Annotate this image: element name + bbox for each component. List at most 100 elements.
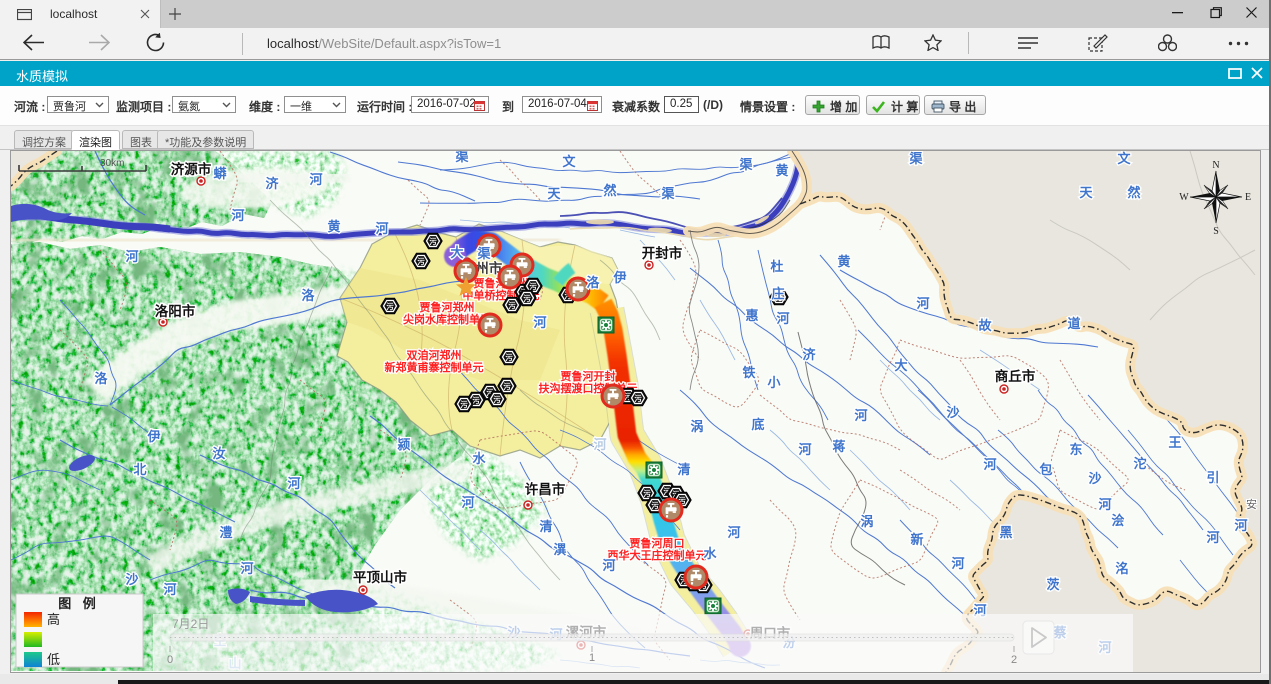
svg-text:河: 河 (1234, 518, 1247, 533)
svg-text:商丘市: 商丘市 (995, 368, 1036, 384)
svg-text:渠: 渠 (454, 151, 469, 164)
svg-text:河: 河 (533, 315, 546, 330)
svg-text:小: 小 (767, 375, 780, 390)
svg-text:蒋: 蒋 (832, 439, 845, 454)
svg-text:许昌市: 许昌市 (525, 481, 566, 497)
svg-text:潩: 潩 (553, 542, 566, 557)
svg-text:0: 0 (167, 654, 173, 666)
svg-text:30km: 30km (100, 158, 124, 169)
svg-text:杜: 杜 (770, 259, 783, 274)
svg-text:河: 河 (727, 525, 740, 540)
svg-text:伊: 伊 (146, 429, 160, 444)
svg-text:河: 河 (309, 172, 322, 187)
svg-text:贾鲁河开封: 贾鲁河开封 (561, 369, 616, 383)
svg-text:涡: 涡 (860, 514, 873, 529)
svg-text:双洎河郑州: 双洎河郑州 (407, 348, 462, 362)
svg-text:2: 2 (1011, 654, 1017, 666)
svg-text:天: 天 (1079, 185, 1093, 200)
svg-text:1: 1 (589, 652, 595, 664)
svg-text:污: 污 (529, 282, 537, 291)
svg-text:河: 河 (798, 442, 811, 457)
svg-text:渠: 渠 (738, 157, 753, 172)
svg-text:新郑黄甫寨控制单元: 新郑黄甫寨控制单元 (385, 360, 484, 374)
svg-text:S: S (1213, 226, 1219, 237)
svg-text:渠: 渠 (476, 246, 491, 261)
svg-text:污: 污 (634, 394, 642, 403)
svg-text:洛阳市: 洛阳市 (155, 303, 196, 319)
svg-text:水: 水 (703, 546, 717, 561)
svg-text:黄: 黄 (327, 219, 340, 234)
svg-text:河: 河 (983, 457, 996, 472)
svg-text:河: 河 (602, 558, 615, 573)
svg-text:河: 河 (916, 296, 929, 311)
svg-text:引: 引 (1206, 470, 1219, 485)
svg-text:河: 河 (776, 311, 789, 326)
svg-text:水: 水 (472, 451, 486, 466)
svg-text:W: W (1179, 192, 1189, 203)
svg-text:浍: 浍 (1111, 513, 1124, 528)
svg-text:渠: 渠 (908, 151, 923, 166)
svg-text:天: 天 (547, 186, 561, 201)
svg-text:济: 济 (802, 347, 816, 362)
svg-text:道: 道 (1067, 316, 1080, 331)
svg-text:河: 河 (593, 437, 606, 452)
svg-text:伊: 伊 (612, 270, 626, 285)
svg-text:7月2日: 7月2日 (172, 617, 209, 631)
svg-text:污: 污 (651, 501, 659, 510)
svg-text:渠: 渠 (660, 186, 675, 201)
svg-text:污: 污 (505, 353, 513, 362)
svg-text:黄: 黄 (775, 163, 788, 178)
svg-text:沙: 沙 (1088, 471, 1101, 486)
svg-text:然: 然 (1127, 185, 1140, 200)
svg-text:沙: 沙 (946, 405, 959, 420)
svg-text:污: 污 (508, 301, 516, 310)
svg-text:西华大王庄控制单元: 西华大王庄控制单元 (608, 548, 707, 562)
svg-text:污: 污 (643, 489, 651, 498)
svg-text:沱: 沱 (1133, 456, 1146, 471)
svg-text:安: 安 (1246, 497, 1257, 511)
svg-text:清: 清 (677, 462, 690, 477)
svg-text:E: E (1245, 192, 1251, 203)
svg-text:污: 污 (493, 395, 501, 404)
svg-text:庄: 庄 (771, 286, 784, 301)
svg-text:底: 底 (751, 417, 764, 432)
svg-text:故: 故 (978, 318, 992, 333)
svg-text:洺: 洺 (1115, 561, 1128, 576)
svg-text:沙: 沙 (125, 572, 138, 587)
svg-text:河: 河 (1098, 497, 1111, 512)
svg-text:洛: 洛 (94, 371, 108, 386)
svg-text:惠: 惠 (745, 308, 758, 323)
svg-text:河: 河 (231, 208, 244, 223)
svg-text:黑: 黑 (999, 525, 1012, 540)
svg-text:贾鲁河郑州: 贾鲁河郑州 (420, 300, 475, 314)
svg-text:污: 污 (523, 294, 531, 303)
svg-text:蟒: 蟒 (213, 166, 227, 181)
svg-text:汝: 汝 (212, 446, 225, 461)
svg-text:高: 高 (47, 612, 60, 627)
svg-text:北: 北 (133, 462, 146, 477)
svg-text:河: 河 (287, 476, 300, 491)
svg-text:颍: 颍 (397, 437, 410, 452)
svg-text:济: 济 (265, 176, 279, 191)
svg-text:洛: 洛 (301, 288, 315, 303)
svg-text:铁: 铁 (741, 365, 755, 380)
svg-text:清: 清 (539, 519, 552, 534)
svg-text:黄: 黄 (837, 254, 850, 269)
svg-text:河: 河 (461, 495, 474, 510)
svg-text:新: 新 (910, 532, 923, 547)
svg-text:王: 王 (1168, 435, 1181, 450)
svg-text:河: 河 (951, 556, 964, 571)
svg-text:开封市: 开封市 (642, 245, 683, 261)
svg-text:洛: 洛 (586, 275, 600, 290)
svg-text:污: 污 (429, 237, 437, 246)
svg-text:包: 包 (1039, 462, 1052, 477)
svg-text:文: 文 (562, 154, 576, 169)
svg-text:N: N (1212, 160, 1219, 171)
svg-text:然: 然 (603, 183, 616, 198)
svg-text:低: 低 (47, 652, 60, 667)
svg-text:大: 大 (894, 358, 907, 373)
svg-text:污: 污 (460, 400, 468, 409)
svg-text:河: 河 (375, 221, 388, 236)
svg-text:河: 河 (163, 582, 176, 597)
svg-text:污: 污 (417, 257, 425, 266)
